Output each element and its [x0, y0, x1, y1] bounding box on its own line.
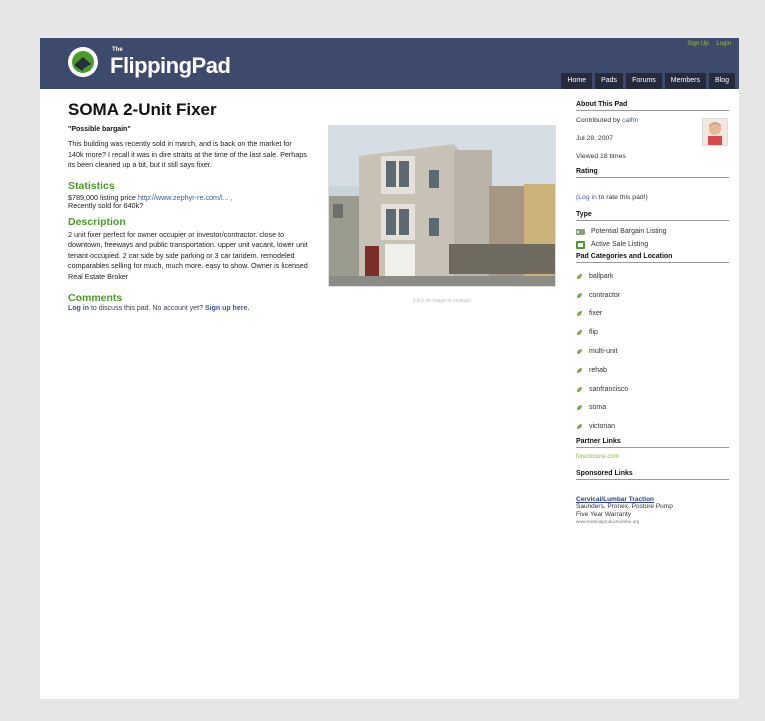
sale-listing-icon — [576, 240, 585, 249]
contributor-avatar[interactable] — [702, 118, 728, 146]
category-item[interactable]: victorian — [576, 417, 729, 436]
comments-text: to discuss this pad. No account yet? — [89, 305, 205, 312]
category-label: soma — [589, 404, 607, 412]
rating-login-link[interactable]: (Log in — [576, 194, 597, 201]
category-label: contractor — [589, 291, 621, 299]
login-link[interactable]: Login — [716, 41, 731, 47]
category-label: sanfrancisco — [589, 385, 629, 393]
rating-prompt: (Log in to rate this pad!) — [576, 192, 729, 203]
house-photo-image — [329, 126, 555, 286]
tag-leaf-icon — [577, 386, 582, 392]
contributed-label: Contributed by — [576, 117, 623, 124]
nav-tab-members[interactable]: Members — [664, 73, 706, 89]
tag-leaf-icon — [577, 292, 582, 298]
site-header: The FlippingPad Sign Up Login Home Pads … — [40, 38, 739, 89]
logo-text[interactable]: FlippingPad — [110, 53, 231, 79]
nav-tab-home[interactable]: Home — [561, 73, 593, 89]
logo-icon[interactable] — [68, 47, 98, 77]
tag-leaf-icon — [577, 367, 582, 373]
comments-signup-link[interactable]: Sign up here. — [205, 305, 249, 312]
type-label: Active Sale Listing — [591, 241, 649, 248]
category-item[interactable]: fixer — [576, 305, 729, 324]
comments-prompt: Log in to discuss this pad. No account y… — [68, 305, 558, 312]
main-content: SOMA 2-Unit Fixer "Possible bargain" Thi… — [68, 100, 558, 312]
comments-login-link[interactable]: Log in — [68, 305, 89, 312]
photo-caption: (click on image to enlarge) — [412, 298, 472, 304]
tag-leaf-icon — [577, 273, 582, 279]
sponsored-heading: Sponsored Links — [576, 470, 729, 481]
main-nav: Home Pads Forums Members Blog — [561, 73, 735, 89]
category-item[interactable]: contractor — [576, 286, 729, 305]
about-heading: About This Pad — [576, 101, 729, 111]
category-item[interactable]: multi-unit — [576, 342, 729, 361]
category-item[interactable]: soma — [576, 399, 729, 418]
sign-up-link[interactable]: Sign Up — [687, 41, 708, 47]
page-frame: The FlippingPad Sign Up Login Home Pads … — [40, 38, 739, 699]
category-item[interactable]: sanfrancisco — [576, 380, 729, 399]
category-item[interactable]: ballpark — [576, 267, 729, 286]
tag-leaf-icon — [577, 424, 582, 430]
categories-heading: Pad Categories and Location — [576, 253, 729, 263]
partner-heading: Partner Links — [576, 438, 729, 449]
tag-leaf-icon — [577, 405, 582, 411]
category-label: flip — [589, 329, 598, 337]
ad-line-1: Saunders, Pronex, Posture Pump — [576, 503, 673, 511]
auth-links: Sign Up Login — [681, 41, 731, 47]
partner-logo-foreclosure[interactable]: foreclosure.com — [576, 454, 729, 460]
category-label: fixer — [589, 310, 603, 318]
rating-heading: Rating — [576, 168, 729, 178]
pad-views: Viewed 18 times — [576, 153, 626, 160]
description-body: 2 unit fixer perfect for owner occupier … — [68, 229, 308, 281]
type-heading: Type — [576, 211, 729, 221]
page-title: SOMA 2-Unit Fixer — [68, 100, 217, 119]
ad-url[interactable]: www.medicalproductsonline.org — [576, 519, 729, 524]
ad-line-2: Five Year Warranty — [576, 511, 632, 519]
type-item[interactable]: Potential Bargain Listing — [576, 225, 729, 238]
sponsored-ad: Cervical/Lumbar Traction Saunders, Prone… — [576, 496, 729, 524]
description-wrap: 2 unit fixer perfect for owner occupier … — [68, 230, 308, 283]
contributor-link[interactable]: calfm — [622, 117, 638, 124]
nav-tab-forums[interactable]: Forums — [626, 73, 662, 89]
nav-tab-blog[interactable]: Blog — [708, 73, 735, 89]
nav-tab-pads[interactable]: Pads — [595, 73, 624, 89]
tag-leaf-icon — [577, 349, 582, 355]
category-item[interactable]: flip — [576, 323, 729, 342]
type-item[interactable]: Active Sale Listing — [576, 238, 729, 251]
category-item[interactable]: rehab — [576, 361, 729, 380]
pad-intro: This building was recently sold in march… — [68, 139, 307, 169]
sidebar: About This Pad Contributed by calfm Jul … — [576, 101, 729, 524]
category-label: ballpark — [589, 272, 614, 280]
pad-photo[interactable] — [328, 125, 556, 287]
bargain-tag-icon — [576, 228, 585, 235]
category-label: victorian — [589, 423, 616, 431]
ad-title-link[interactable]: Cervical/Lumbar Traction — [576, 496, 729, 503]
tag-leaf-icon — [577, 311, 582, 317]
rating-text: to rate this pad!) — [596, 194, 648, 201]
listing-link[interactable]: http://www.zephyr-re.com/l... , — [138, 193, 233, 202]
category-label: rehab — [589, 366, 607, 374]
category-label: multi-unit — [589, 348, 618, 356]
tag-leaf-icon — [577, 330, 582, 336]
type-label: Potential Bargain Listing — [591, 228, 667, 235]
